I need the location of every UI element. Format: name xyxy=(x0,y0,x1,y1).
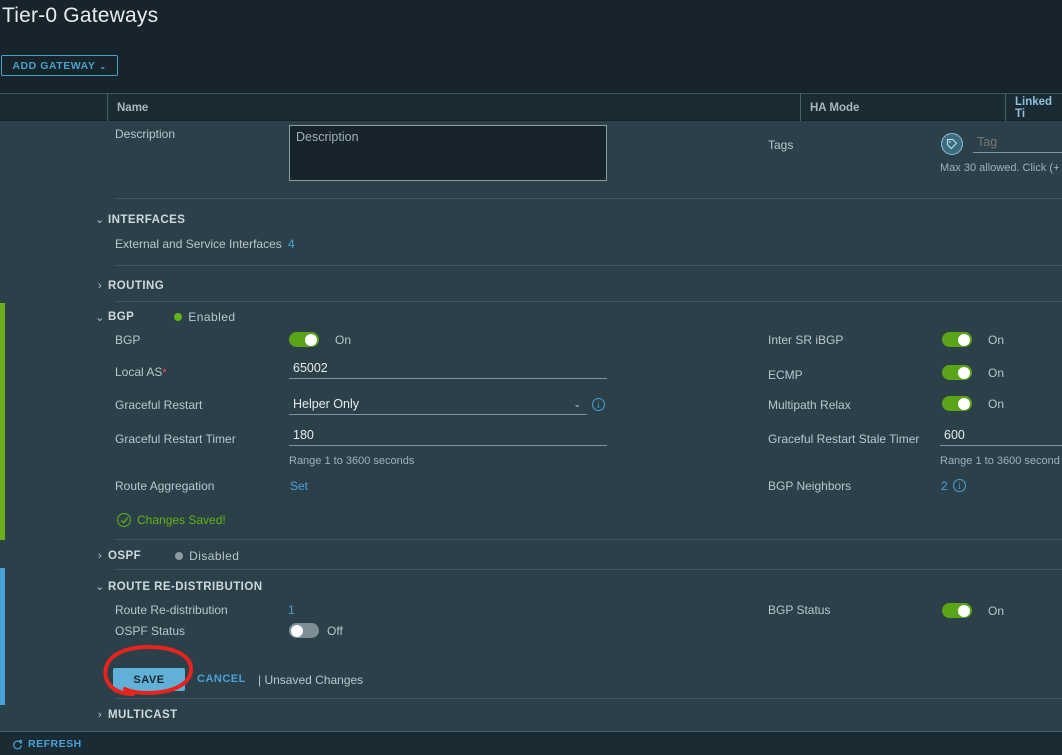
graceful-restart-timer-input[interactable] xyxy=(289,428,607,446)
tags-label: Tags xyxy=(768,138,794,152)
multipath-relax-state: On xyxy=(988,397,1005,411)
bgp-status-toggle[interactable] xyxy=(942,603,972,618)
section-route-redistribution-label: ROUTE RE-DISTRIBUTION xyxy=(108,580,263,593)
multipath-relax-label: Multipath Relax xyxy=(768,398,851,412)
section-interfaces-label: INTERFACES xyxy=(108,213,186,226)
unsaved-changes-text: | Unsaved Changes xyxy=(258,673,364,687)
footer-bar: REFRESH xyxy=(0,731,1062,755)
add-gateway-button[interactable]: ADD GATEWAY ⌄ xyxy=(1,55,118,76)
section-multicast-label: MULTICAST xyxy=(108,709,178,721)
chevron-right-icon: › xyxy=(97,550,103,562)
section-multicast[interactable]: › MULTICAST xyxy=(92,709,178,721)
ecmp-toggle[interactable] xyxy=(942,365,972,380)
divider-ospf xyxy=(115,539,1062,540)
bgp-neighbors-label: BGP Neighbors xyxy=(768,479,852,493)
external-service-interfaces-value[interactable]: 4 xyxy=(288,237,295,251)
section-routing-label: ROUTING xyxy=(108,280,165,292)
graceful-restart-label: Graceful Restart xyxy=(115,398,203,412)
divider-bgp xyxy=(115,301,1062,302)
local-as-label: Local AS xyxy=(115,365,167,379)
ospf-status-state: Off xyxy=(327,624,343,638)
column-header-ha-mode[interactable]: HA Mode xyxy=(800,94,1005,122)
bgp-neighbors-info-icon[interactable]: i xyxy=(953,479,966,492)
column-header-linked-tier[interactable]: Linked Ti xyxy=(1005,94,1062,122)
page-header: Tier-0 Gateways ADD GATEWAY ⌄ xyxy=(0,0,1062,93)
ospf-status-label: OSPF Status xyxy=(115,624,186,638)
nsx-tier0-gateways-page: Tier-0 Gateways ADD GATEWAY ⌄ Name HA Mo… xyxy=(0,0,1062,755)
tag-input[interactable] xyxy=(973,135,1062,153)
chevron-down-icon: ⌄ xyxy=(95,214,105,226)
section-routing[interactable]: › ROUTING xyxy=(92,280,164,292)
stale-timer-label: Graceful Restart Stale Timer xyxy=(768,432,920,446)
graceful-restart-value[interactable] xyxy=(289,397,587,415)
section-ospf-label: OSPF xyxy=(108,550,142,562)
inter-sr-ibgp-toggle[interactable] xyxy=(942,332,972,347)
refresh-icon xyxy=(13,739,23,749)
add-gateway-label: ADD GATEWAY xyxy=(12,59,96,72)
divider-multicast xyxy=(115,698,1062,699)
route-redistribution-label: Route Re-distribution xyxy=(115,603,228,617)
graceful-restart-timer-label: Graceful Restart Timer xyxy=(115,432,236,446)
section-route-redistribution[interactable]: ⌄ ROUTE RE-DISTRIBUTION xyxy=(92,580,263,594)
route-redistribution-value[interactable]: 1 xyxy=(288,603,295,617)
check-circle-icon xyxy=(117,513,131,527)
route-aggregation-label: Route Aggregation xyxy=(115,479,215,493)
multipath-relax-toggle[interactable] xyxy=(942,396,972,411)
changes-saved-text: Changes Saved! xyxy=(137,513,226,527)
table-column-header: Name HA Mode Linked Ti xyxy=(0,93,1062,122)
column-header-name[interactable]: Name xyxy=(107,94,800,122)
ecmp-state: On xyxy=(988,366,1005,380)
section-ospf[interactable]: › OSPF Disabled xyxy=(92,549,239,563)
ospf-status-dot xyxy=(175,552,184,560)
route-aggregation-set-link[interactable]: Set xyxy=(290,479,308,493)
bgp-status-label: BGP Status xyxy=(768,603,831,617)
divider-interfaces xyxy=(115,198,1062,199)
section-bgp[interactable]: ⌄ BGP Enabled xyxy=(92,310,235,324)
cancel-button[interactable]: CANCEL xyxy=(197,673,246,685)
refresh-label: REFRESH xyxy=(28,738,82,750)
chevron-down-icon: ⌄ xyxy=(95,311,105,324)
ecmp-label: ECMP xyxy=(768,368,803,382)
stale-timer-hint: Range 1 to 3600 second xyxy=(940,455,1060,467)
chevron-down-icon: ⌄ xyxy=(95,581,105,593)
bgp-neighbors-value[interactable]: 2 xyxy=(941,479,948,493)
bgp-toggle[interactable] xyxy=(289,332,319,347)
inter-sr-ibgp-label: Inter SR iBGP xyxy=(768,333,844,347)
section-bgp-label: BGP xyxy=(108,311,135,323)
bgp-status-dot xyxy=(174,313,183,321)
description-textarea[interactable] xyxy=(289,125,607,181)
refresh-button[interactable]: REFRESH xyxy=(12,738,82,750)
tag-glyph-svg xyxy=(946,138,958,150)
bgp-toggle-state: On xyxy=(335,333,352,347)
chevron-right-icon: › xyxy=(97,709,103,721)
gateway-detail-panel: Description Tags Max 30 allowed. Click (… xyxy=(0,121,1062,731)
page-title: Tier-0 Gateways xyxy=(2,4,159,27)
bgp-status-text: Enabled xyxy=(188,310,236,324)
divider-route-redistribution xyxy=(115,569,1062,570)
chevron-right-icon: › xyxy=(97,280,103,292)
section-interfaces[interactable]: ⌄ INTERFACES xyxy=(92,213,186,227)
changes-saved-banner: Changes Saved! xyxy=(117,513,226,527)
divider-routing xyxy=(115,265,1062,266)
tag-icon[interactable] xyxy=(941,133,963,155)
inter-sr-ibgp-state: On xyxy=(988,333,1005,347)
graceful-restart-info-icon[interactable]: i xyxy=(592,398,605,411)
description-label: Description xyxy=(115,127,176,141)
external-service-interfaces-label: External and Service Interfaces xyxy=(115,237,282,251)
graceful-restart-timer-hint: Range 1 to 3600 seconds xyxy=(289,455,415,467)
bgp-toggle-label: BGP xyxy=(115,333,141,347)
left-accent-bar-blue xyxy=(0,568,5,705)
ospf-status-toggle[interactable] xyxy=(289,623,319,638)
check-glyph-svg xyxy=(120,516,128,524)
ospf-status-text: Disabled xyxy=(189,549,240,563)
stale-timer-input[interactable] xyxy=(940,428,1062,446)
left-accent-bar-green xyxy=(0,303,5,540)
save-button[interactable]: SAVE xyxy=(113,668,185,691)
chevron-down-icon: ⌄ xyxy=(99,61,107,71)
local-as-input[interactable] xyxy=(289,361,607,379)
bgp-status-state: On xyxy=(988,604,1005,618)
tags-hint: Max 30 allowed. Click (+ xyxy=(940,162,1060,174)
graceful-restart-select[interactable]: ⌄ xyxy=(289,395,587,415)
